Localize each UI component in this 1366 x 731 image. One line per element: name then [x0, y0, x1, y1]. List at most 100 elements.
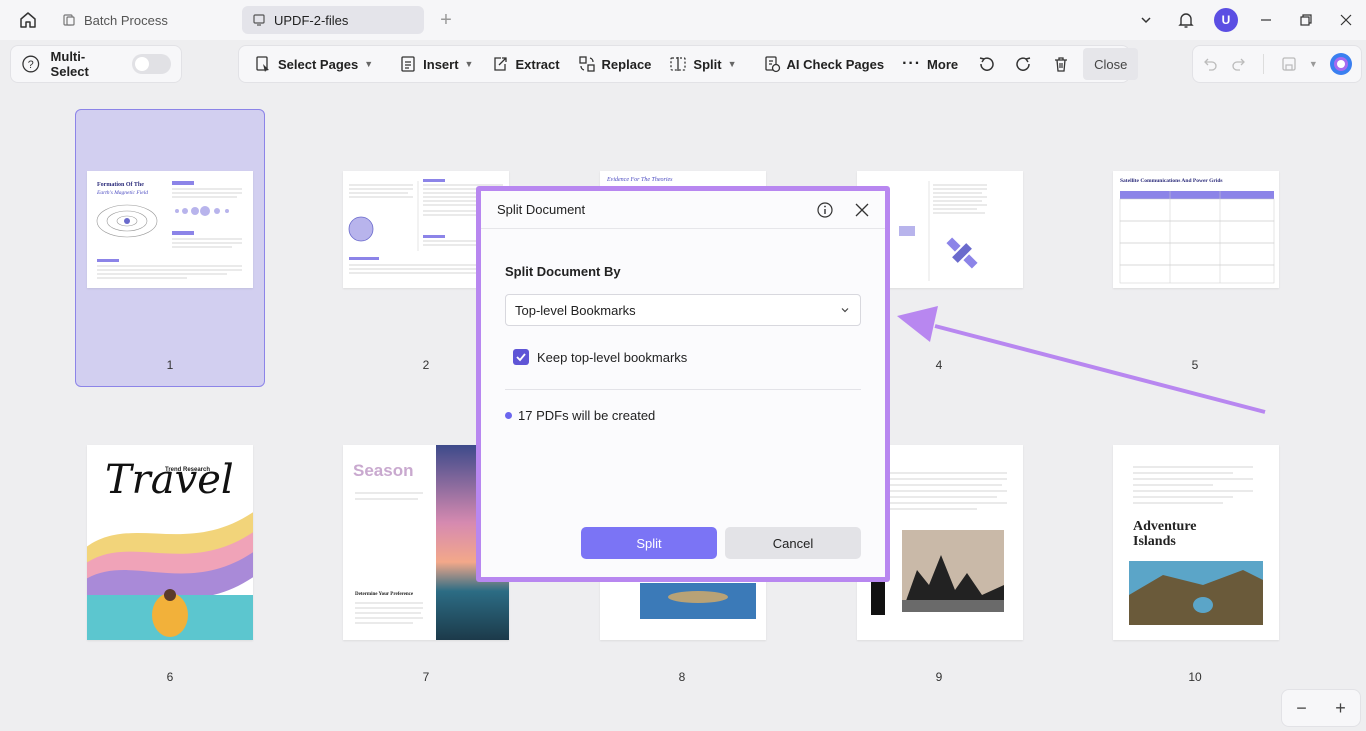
- info-icon[interactable]: [817, 201, 833, 218]
- split-document-dialog: Split Document Split Document By Top-lev…: [481, 191, 885, 577]
- page-7-subtitle: Determine Your Preference: [355, 592, 414, 597]
- page-thumbnail-6[interactable]: Trend Research Travel: [87, 445, 253, 640]
- notifications-button[interactable]: [1166, 0, 1206, 40]
- tab-label: Batch Process: [84, 12, 168, 28]
- pdf-count-text: 17 PDFs will be created: [518, 408, 656, 423]
- dialog-header: Split Document: [481, 191, 885, 229]
- home-icon: [20, 12, 36, 28]
- page-number-5: 5: [1191, 358, 1199, 372]
- insert-label: Insert: [423, 56, 459, 72]
- close-window-button[interactable]: [1326, 0, 1366, 40]
- replace-icon: [578, 56, 595, 72]
- chevron-down-icon: [1141, 17, 1151, 24]
- restore-button[interactable]: [1286, 0, 1326, 40]
- user-avatar-button[interactable]: U: [1206, 0, 1246, 40]
- page-10-title: Adventure Islands: [1133, 519, 1197, 549]
- history-panel: ▼: [1192, 45, 1362, 83]
- keep-bookmarks-label: Keep top-level bookmarks: [537, 349, 688, 365]
- page-thumbnail-5[interactable]: Satellite Communications And Power Grids: [1113, 171, 1279, 288]
- extract-label: Extract: [515, 56, 560, 72]
- dropdown-button[interactable]: [1126, 0, 1166, 40]
- multi-select-toggle[interactable]: [131, 54, 171, 74]
- split-label: Split: [693, 56, 722, 72]
- tab-batch-process[interactable]: Batch Process: [52, 6, 238, 34]
- split-by-value: Top-level Bookmarks: [515, 302, 636, 318]
- bell-icon: [1178, 13, 1194, 28]
- page-3-title: Evidence For The Theories: [607, 177, 673, 183]
- chevron-down-icon: ▼: [364, 59, 374, 69]
- ai-assistant-icon[interactable]: [1329, 52, 1353, 76]
- title-bar: Batch Process UPDF-2-files + U: [0, 0, 1366, 40]
- rotate-right-button[interactable]: [1005, 49, 1043, 79]
- zoom-out-button[interactable]: −: [1296, 698, 1307, 719]
- ai-check-pages-button[interactable]: AI Check Pages: [754, 49, 894, 79]
- chevron-down-icon[interactable]: ▼: [1309, 59, 1318, 69]
- dialog-title: Split Document: [497, 202, 586, 217]
- redo-icon[interactable]: [1230, 55, 1248, 73]
- zoom-controls: − +: [1281, 689, 1361, 727]
- keep-bookmarks-checkbox[interactable]: [513, 349, 529, 365]
- page-thumbnail-1[interactable]: Formation Of The Earth's Magnetic Field: [87, 171, 253, 288]
- select-pages-button[interactable]: Select Pages ▼: [245, 49, 382, 79]
- plus-icon: +: [440, 8, 452, 31]
- multi-select-label: Multi-Select: [50, 49, 89, 79]
- split-by-select[interactable]: Top-level Bookmarks: [505, 294, 861, 326]
- chevron-down-icon: ▼: [727, 59, 737, 69]
- home-button[interactable]: [10, 6, 46, 34]
- document-icon: [253, 14, 265, 26]
- close-icon[interactable]: [855, 203, 869, 217]
- page-number-7: 7: [422, 670, 430, 684]
- page-number-9: 9: [935, 670, 943, 684]
- select-pages-icon: [256, 56, 269, 72]
- split-button[interactable]: Split ▼: [660, 49, 745, 79]
- rotate-right-icon: [1016, 57, 1031, 71]
- tab-label: UPDF-2-files: [274, 12, 349, 28]
- bullet-dot-icon: [505, 412, 512, 419]
- rotate-left-icon: [979, 57, 994, 71]
- page-6-title: Travel: [105, 457, 234, 503]
- replace-button[interactable]: Replace: [569, 49, 661, 79]
- more-button[interactable]: ··· More: [893, 49, 967, 79]
- page-number-10: 10: [1188, 670, 1202, 684]
- help-icon[interactable]: ?: [21, 54, 41, 74]
- more-label: More: [927, 56, 959, 72]
- close-button[interactable]: Close: [1083, 48, 1139, 80]
- page-number-2: 2: [422, 358, 430, 372]
- more-icon: ···: [902, 55, 922, 72]
- svg-text:?: ?: [28, 59, 34, 71]
- rotate-left-button[interactable]: [967, 49, 1005, 79]
- page-1-content-graphic: [96, 181, 242, 279]
- extract-button[interactable]: Extract: [482, 49, 568, 79]
- delete-button[interactable]: [1043, 49, 1079, 79]
- undo-icon[interactable]: [1201, 55, 1219, 73]
- split-confirm-button[interactable]: Split: [581, 527, 717, 559]
- add-tab-button[interactable]: +: [434, 8, 458, 32]
- extract-icon: [494, 57, 508, 71]
- zoom-in-button[interactable]: +: [1335, 698, 1346, 719]
- insert-button[interactable]: Insert ▼: [390, 49, 482, 79]
- restore-icon: [1300, 14, 1312, 26]
- page-5-table-graphic: [1119, 191, 1275, 284]
- close-icon: [1340, 14, 1352, 26]
- minimize-button[interactable]: [1246, 0, 1286, 40]
- page-7-title: Season: [353, 461, 414, 480]
- divider: [1263, 54, 1265, 74]
- multi-select-panel: ? Multi-Select: [10, 45, 182, 83]
- page-toolbar: Select Pages ▼ Insert ▼ Extract Replace …: [238, 45, 1139, 83]
- checkmark-icon: [516, 353, 526, 362]
- cancel-button[interactable]: Cancel: [725, 527, 861, 559]
- window-controls: U: [1126, 0, 1366, 40]
- select-pages-label: Select Pages: [278, 56, 359, 72]
- keep-bookmarks-row: Keep top-level bookmarks: [513, 349, 687, 365]
- avatar: U: [1214, 8, 1238, 32]
- insert-icon: [401, 56, 415, 72]
- split-icon: [670, 57, 687, 71]
- save-icon[interactable]: [1280, 55, 1298, 73]
- page-thumbnail-10[interactable]: Adventure Islands: [1113, 445, 1279, 640]
- chevron-down-icon: ▼: [464, 59, 474, 69]
- trash-icon: [1055, 57, 1068, 72]
- page-number-4: 4: [935, 358, 943, 372]
- page-number-1: 1: [166, 358, 174, 372]
- page-number-6: 6: [166, 670, 174, 684]
- tab-updf-2-files[interactable]: UPDF-2-files: [242, 6, 424, 34]
